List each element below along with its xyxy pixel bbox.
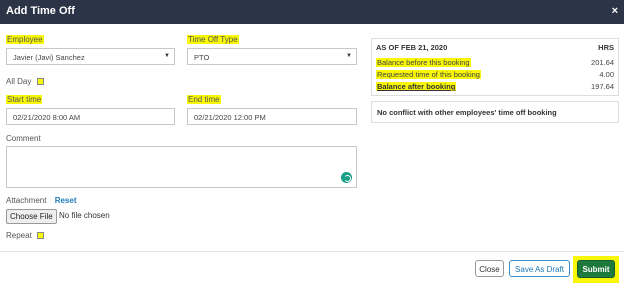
comment-textarea[interactable]: [6, 146, 357, 188]
requested-time-label: Requested time of this booking: [376, 70, 481, 79]
balance-panel: AS OF FEB 21, 2020 HRS Balance before th…: [371, 38, 619, 96]
all-day-checkbox[interactable]: [36, 78, 44, 86]
grammarly-icon[interactable]: [341, 172, 352, 183]
chevron-down-icon: ▼: [164, 53, 170, 59]
employee-label: Employee: [6, 35, 44, 44]
choose-file-button[interactable]: Choose File: [6, 209, 57, 224]
repeat-label: Repeat: [6, 231, 32, 240]
close-button[interactable]: Close: [475, 260, 504, 277]
balance-unit: HRS: [598, 43, 614, 52]
repeat-checkbox[interactable]: [37, 232, 45, 240]
start-time-value: 02/21/2020 8:00 AM: [13, 113, 81, 122]
submit-button[interactable]: Submit: [577, 260, 615, 278]
start-time-label: Start time: [6, 95, 43, 104]
employee-value: Javier (Javi) Sanchez: [13, 53, 85, 62]
time-off-type-select[interactable]: PTO ▼: [187, 48, 357, 65]
conflict-panel: No conflict with other employees' time o…: [371, 101, 619, 123]
all-day-label: All Day: [6, 77, 32, 86]
balance-before-label: Balance before this booking: [376, 58, 471, 67]
dialog-titlebar: Add Time Off ×: [0, 0, 624, 24]
start-time-input[interactable]: 02/21/2020 8:00 AM: [6, 108, 175, 125]
save-as-draft-button[interactable]: Save As Draft: [509, 260, 570, 277]
balance-after-label: Balance after booking: [376, 82, 457, 91]
reset-link[interactable]: Reset: [55, 196, 77, 205]
all-day-row: All Day: [6, 77, 44, 86]
end-time-input[interactable]: 02/21/2020 12:00 PM: [187, 108, 357, 125]
dialog-title: Add Time Off: [6, 5, 75, 17]
employee-select[interactable]: Javier (Javi) Sanchez ▼: [6, 48, 175, 65]
balance-before-value: 201.64: [591, 58, 614, 67]
attachment-label: Attachment: [6, 196, 47, 205]
time-off-type-label: Time Off Type: [187, 35, 239, 44]
end-time-label: End time: [187, 95, 221, 104]
submit-highlight: Submit: [573, 256, 619, 283]
chevron-down-icon: ▼: [346, 53, 352, 59]
comment-label: Comment: [6, 134, 41, 143]
close-icon[interactable]: ×: [612, 5, 618, 17]
footer-divider: [0, 251, 624, 252]
repeat-row: Repeat: [6, 231, 45, 240]
attachment-row: Attachment Reset: [6, 196, 77, 205]
time-off-type-value: PTO: [194, 53, 210, 62]
conflict-text: No conflict with other employees' time o…: [377, 108, 557, 117]
end-time-value: 02/21/2020 12:00 PM: [194, 113, 266, 122]
requested-time-value: 4.00: [599, 70, 614, 79]
no-file-text: No file chosen: [59, 211, 110, 220]
balance-as-of: AS OF FEB 21, 2020: [376, 43, 448, 52]
balance-after-value: 197.64: [591, 82, 614, 91]
